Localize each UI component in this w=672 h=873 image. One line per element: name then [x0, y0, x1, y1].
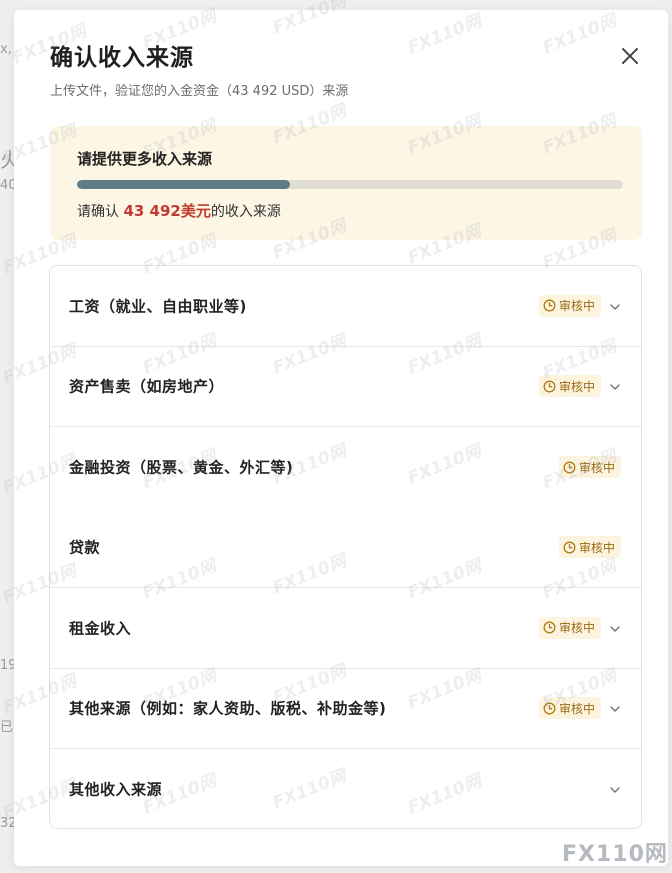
- notice-prefix: 请确认: [77, 204, 124, 220]
- income-source-item[interactable]: 工资（就业、自由职业等) 审核中: [50, 266, 641, 347]
- status-text: 审核中: [558, 621, 595, 636]
- background-text: 已: [0, 720, 14, 735]
- income-source-item[interactable]: 其他收入来源: [50, 749, 641, 828]
- income-source-item[interactable]: 贷款 审核中: [50, 508, 641, 588]
- dialog-title: 确认收入来源: [50, 45, 194, 71]
- clock-icon: [563, 541, 576, 554]
- income-source-item[interactable]: 资产售卖（如房地产） 审核中: [50, 347, 641, 427]
- status-badge: 审核中: [538, 616, 601, 639]
- status-text: 审核中: [578, 460, 615, 475]
- income-source-list: 工资（就业、自由职业等) 审核中 资产售卖（如房地产） 审核中 金融投资（股票、黄金、外…: [49, 265, 642, 829]
- income-source-label: 资产售卖（如房地产）: [69, 377, 225, 396]
- notice-panel: 请提供更多收入来源 请确认 43 492美元的收入来源: [50, 126, 642, 240]
- status-badge: 审核中: [558, 456, 621, 479]
- watermark-logo: FX110网: [562, 842, 668, 867]
- income-source-dialog: 确认收入来源 上传文件，验证您的入金资金（43 492 USD）来源 请提供更多…: [14, 10, 668, 867]
- chevron-down-icon[interactable]: [608, 621, 622, 635]
- income-source-label: 其他收入来源: [69, 780, 163, 799]
- clock-icon: [563, 461, 576, 474]
- status-text: 审核中: [578, 540, 615, 555]
- income-source-item[interactable]: 租金收入 审核中: [50, 588, 641, 669]
- income-source-label: 其他来源（例如：家人资助、版税、补助金等): [69, 699, 387, 718]
- notice-suffix: 的收入来源: [210, 204, 281, 220]
- clock-icon: [543, 621, 556, 634]
- income-source-label: 金融投资（股票、黄金、外汇等): [69, 458, 294, 477]
- status-badge: 审核中: [558, 536, 621, 559]
- status-badge: 审核中: [538, 697, 601, 720]
- income-source-label: 贷款: [69, 538, 101, 557]
- dialog-subtitle: 上传文件，验证您的入金资金（43 492 USD）来源: [50, 84, 349, 99]
- income-source-item[interactable]: 其他来源（例如：家人资助、版税、补助金等) 审核中: [50, 669, 641, 749]
- chevron-down-icon[interactable]: [608, 299, 622, 313]
- background-text: x,: [0, 42, 12, 57]
- notice-title: 请提供更多收入来源: [77, 150, 213, 168]
- status-text: 审核中: [558, 701, 595, 716]
- income-source-item[interactable]: 金融投资（股票、黄金、外汇等) 审核中: [50, 427, 641, 508]
- status-badge: 审核中: [538, 375, 601, 398]
- status-badge: 审核中: [538, 294, 601, 317]
- clock-icon: [543, 380, 556, 393]
- close-icon: [622, 48, 638, 64]
- notice-amount: 43 492美元: [123, 202, 211, 220]
- income-source-label: 租金收入: [69, 619, 132, 638]
- status-text: 审核中: [558, 379, 595, 394]
- clock-icon: [543, 702, 556, 715]
- status-text: 审核中: [558, 299, 595, 314]
- close-button[interactable]: [618, 44, 642, 68]
- chevron-down-icon[interactable]: [608, 379, 622, 393]
- clock-icon: [543, 299, 556, 312]
- chevron-down-icon[interactable]: [608, 782, 622, 796]
- progress-bar: [77, 180, 623, 189]
- notice-message: 请确认 43 492美元的收入来源: [77, 200, 281, 221]
- income-source-label: 工资（就业、自由职业等): [69, 297, 247, 316]
- chevron-down-icon[interactable]: [608, 701, 622, 715]
- progress-fill: [77, 180, 290, 189]
